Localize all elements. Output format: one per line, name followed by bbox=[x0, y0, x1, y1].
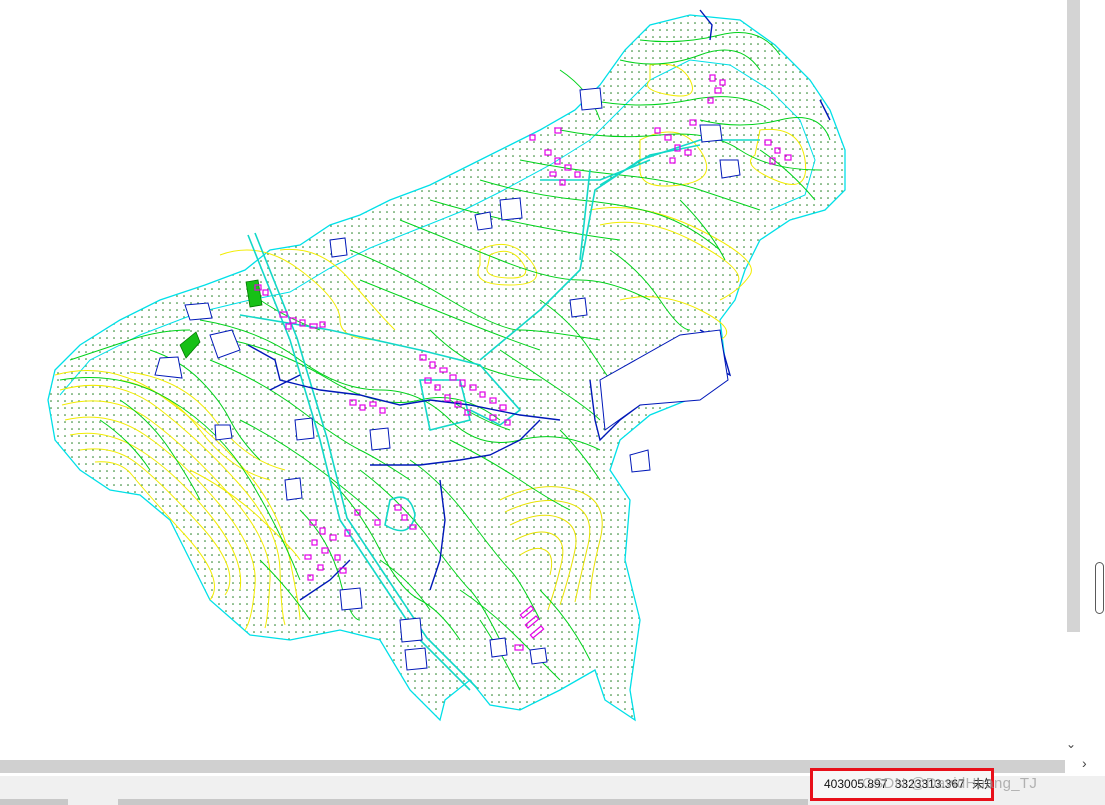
scroll-down-arrow-icon[interactable]: ⌄ bbox=[1066, 738, 1076, 750]
scroll-right-arrow-icon[interactable]: › bbox=[1082, 756, 1087, 770]
status-bar-segment bbox=[0, 799, 68, 805]
vertical-scrollbar[interactable]: ⌄ bbox=[1065, 0, 1105, 758]
vertical-scroll-thumb[interactable] bbox=[1095, 562, 1104, 614]
vertical-scroll-track[interactable] bbox=[1067, 0, 1080, 632]
status-bar-segment bbox=[118, 799, 808, 805]
watermark-text: CSDN @DavidHuang_TJ bbox=[862, 775, 1038, 792]
cad-drawing bbox=[47, 9, 846, 722]
drawing-canvas[interactable] bbox=[0, 0, 1065, 758]
